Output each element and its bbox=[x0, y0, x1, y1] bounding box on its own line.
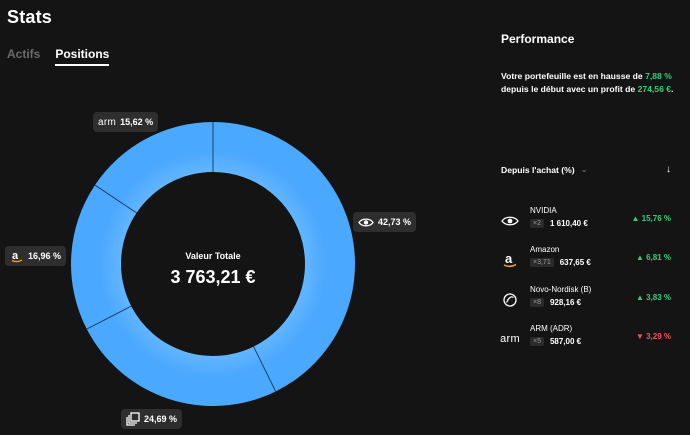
total-value: 3 763,21 € bbox=[170, 267, 256, 287]
position-name: NVIDIA bbox=[530, 206, 557, 215]
nvidia-logo-icon bbox=[358, 217, 374, 228]
segment-percent: 24,69 % bbox=[144, 414, 178, 424]
chevron-down-icon: ⌄ bbox=[580, 165, 588, 174]
position-name: Amazon bbox=[530, 245, 560, 254]
allocation-donut-chart: Valeur Totale 3 763,21 € arm 15,62 % 42,… bbox=[0, 0, 460, 435]
amazon-logo-icon: a bbox=[10, 249, 24, 263]
sort-direction-icon[interactable]: ↓ bbox=[666, 164, 671, 175]
position-row-amazon[interactable]: a Amazon ×3,71 637,65 € ▲ 6,81 % bbox=[499, 245, 671, 277]
arm-logo-icon: arm bbox=[98, 116, 117, 128]
position-value: 637,65 € bbox=[559, 258, 591, 267]
position-change: ▼ 3,29 % bbox=[635, 332, 671, 341]
sort-dropdown[interactable]: Depuis l'achat (%) ⌄ bbox=[501, 165, 587, 175]
segment-label-arm[interactable]: arm 15,62 % bbox=[93, 112, 159, 132]
position-quantity: ×2 bbox=[530, 219, 544, 228]
segment-percent: 16,96 % bbox=[28, 251, 62, 261]
position-change: ▲ 6,81 % bbox=[635, 253, 671, 262]
position-change: ▲ 15,76 % bbox=[631, 214, 672, 223]
svg-text:a: a bbox=[505, 251, 513, 266]
position-value: 928,16 € bbox=[549, 298, 582, 307]
segment-label-amazon[interactable]: a 16,96 % bbox=[5, 246, 67, 266]
performance-percent: 7,88 % bbox=[645, 71, 672, 81]
performance-profit: 274,56 € bbox=[637, 84, 672, 94]
svg-text:a: a bbox=[12, 250, 19, 262]
total-value-label: Valeur Totale bbox=[185, 251, 241, 261]
sort-bar: Depuis l'achat (%) ⌄ ↓ bbox=[501, 164, 671, 175]
arm-logo-icon: arm bbox=[500, 333, 520, 345]
stack-icon bbox=[126, 412, 140, 426]
position-name: Novo-Nordisk (B) bbox=[530, 285, 592, 294]
performance-summary: Votre portefeuille est en hausse de 7,88… bbox=[501, 71, 674, 94]
position-row-nvidia[interactable]: NVIDIA ×2 1 610,40 € ▲ 15,76 % bbox=[499, 206, 671, 238]
segment-percent: 15,62 % bbox=[120, 117, 154, 127]
position-quantity: ×5 bbox=[530, 337, 544, 346]
position-quantity: ×3,71 bbox=[530, 258, 554, 267]
position-change: ▲ 3,83 % bbox=[635, 293, 671, 302]
donut-segment-novo-nordisk[interactable] bbox=[86, 306, 276, 406]
position-value: 587,00 € bbox=[549, 337, 582, 346]
novo-nordisk-logo-icon bbox=[499, 289, 521, 311]
nvidia-logo-icon bbox=[499, 210, 521, 232]
position-row-novo-nordisk[interactable]: Novo-Nordisk (B) ×8 928,16 € ▲ 3,83 % bbox=[499, 285, 671, 317]
segment-label-novo-nordisk[interactable]: 24,69 % bbox=[121, 409, 183, 429]
amazon-logo-icon: a bbox=[499, 249, 521, 271]
performance-title: Performance bbox=[501, 32, 575, 46]
segment-percent: 42,73 % bbox=[378, 217, 412, 227]
position-name: ARM (ADR) bbox=[530, 324, 573, 333]
position-value: 1 610,40 € bbox=[549, 219, 588, 228]
position-row-arm[interactable]: arm ARM (ADR) ×5 587,00 € ▼ 3,29 % bbox=[499, 324, 671, 356]
position-quantity: ×8 bbox=[530, 298, 544, 307]
segment-label-nvidia[interactable]: 42,73 % bbox=[353, 212, 417, 232]
